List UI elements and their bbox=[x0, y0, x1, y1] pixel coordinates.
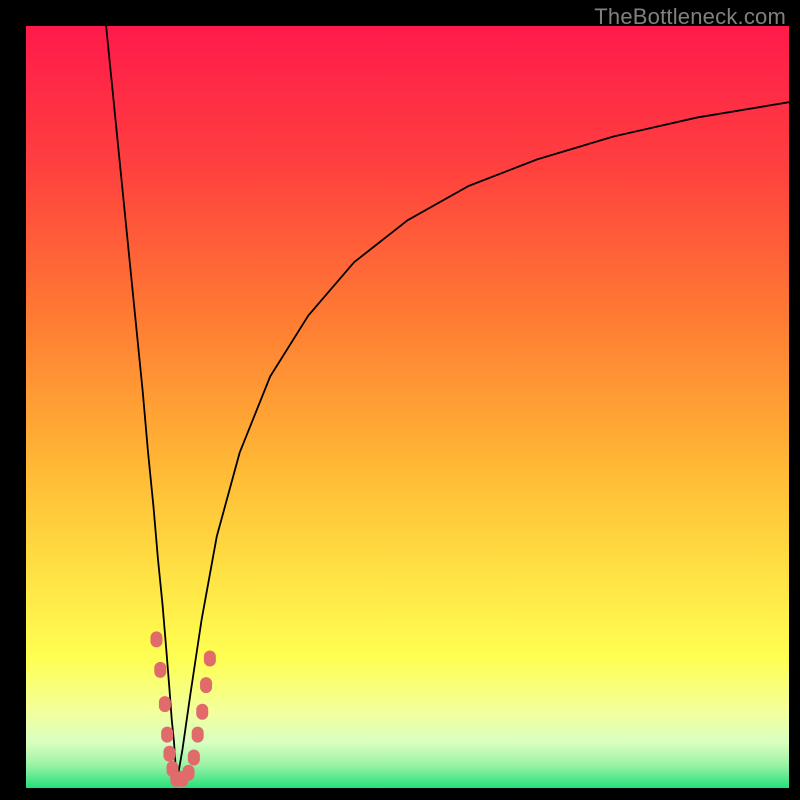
watermark-text: TheBottleneck.com bbox=[594, 4, 786, 30]
bead-point bbox=[163, 746, 175, 762]
bead-point bbox=[188, 750, 200, 766]
bead-point bbox=[192, 727, 204, 743]
chart-stage: TheBottleneck.com bbox=[0, 0, 800, 800]
bead-point bbox=[200, 677, 212, 693]
bead-point bbox=[150, 631, 162, 647]
bead-point bbox=[154, 662, 166, 678]
bead-point bbox=[183, 765, 195, 781]
gradient-background bbox=[26, 26, 789, 788]
bottleneck-chart bbox=[26, 26, 789, 788]
bead-point bbox=[196, 704, 208, 720]
bead-point bbox=[204, 650, 216, 666]
bead-point bbox=[161, 727, 173, 743]
bead-point bbox=[159, 696, 171, 712]
